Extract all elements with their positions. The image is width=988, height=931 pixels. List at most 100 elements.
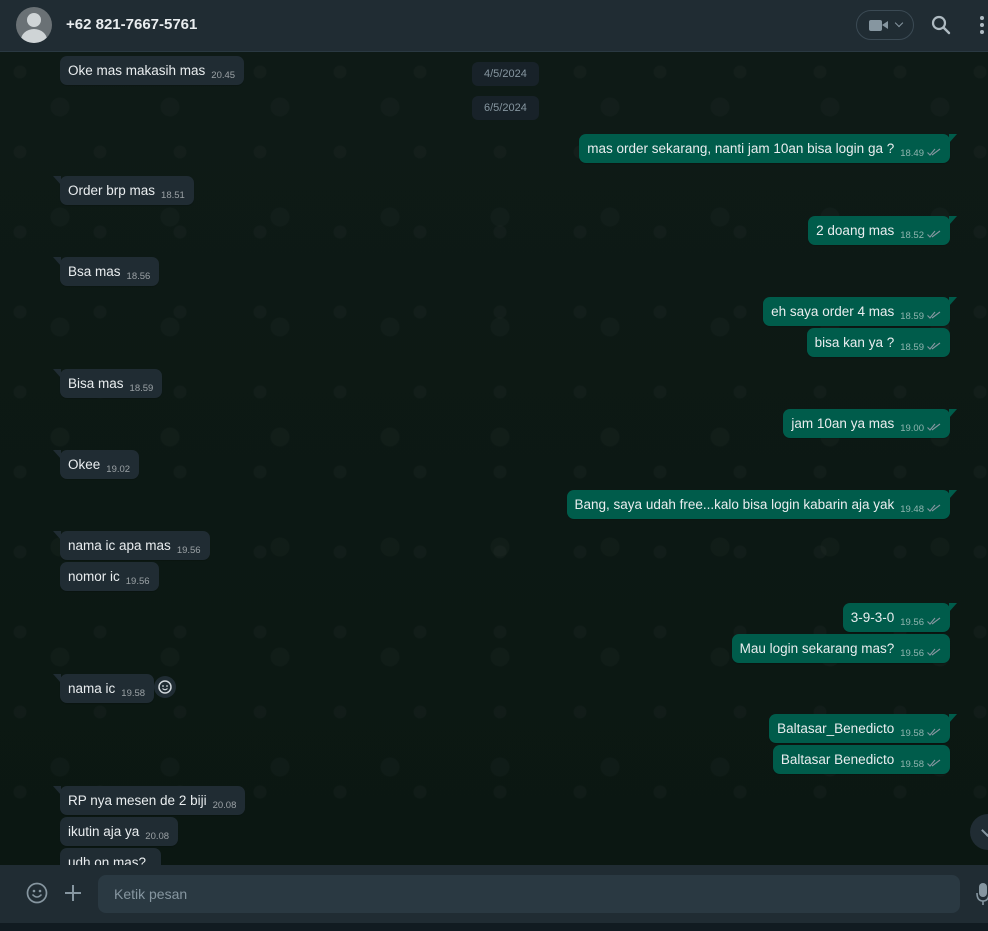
- message-time: 18.52: [900, 230, 924, 241]
- message-outgoing[interactable]: bisa kan ya ? 18.59: [806, 328, 950, 357]
- message-incoming[interactable]: udh on mas?: [60, 848, 162, 865]
- message-time: 18.49: [900, 148, 924, 159]
- read-ticks-icon: [927, 648, 941, 656]
- message-outgoing[interactable]: Baltasar_Benedicto 19.58: [769, 714, 957, 743]
- video-camera-lens-icon: [882, 21, 888, 29]
- message-time: 20.45: [211, 70, 236, 81]
- scroll-down-button[interactable]: [970, 814, 988, 850]
- react-button[interactable]: [154, 676, 176, 698]
- message-time: 19.56: [900, 617, 924, 628]
- message-outgoing[interactable]: 3-9-3-0 19.56: [842, 603, 958, 632]
- microphone-icon: [976, 883, 988, 905]
- message-text: Mau login sekarang mas?: [739, 640, 895, 656]
- message-incoming[interactable]: Order brp mas 18.51: [53, 176, 194, 205]
- message-time: 18.51: [161, 190, 185, 201]
- message-text: 2 doang mas: [816, 222, 895, 238]
- search-button[interactable]: [930, 14, 952, 36]
- message-outgoing[interactable]: 2 doang mas 18.52: [808, 216, 957, 245]
- message-text: udh on mas?: [68, 854, 147, 865]
- message-text: Bisa mas: [68, 375, 124, 391]
- window-bottom-edge: [0, 923, 988, 931]
- message-outgoing[interactable]: Mau login sekarang mas? 19.56: [731, 634, 950, 663]
- contact-name[interactable]: +62 821-7667-5761: [66, 16, 197, 33]
- message-incoming[interactable]: Oke mas makasih mas 20.45: [60, 56, 245, 85]
- message-incoming[interactable]: nama ic apa mas 19.56: [53, 531, 210, 560]
- message-incoming[interactable]: Okee 19.02: [52, 450, 140, 479]
- menu-dot-icon: [980, 16, 984, 20]
- attach-button[interactable]: [62, 882, 84, 904]
- message-outgoing[interactable]: eh saya order 4 mas 18.59: [763, 297, 957, 326]
- date-divider: 4/5/2024: [472, 62, 539, 86]
- message-list[interactable]: Oke mas makasih mas 20.45 4/5/2024 6/5/20…: [0, 52, 988, 865]
- message-text: nama ic: [68, 680, 116, 696]
- message-text: nama ic apa mas: [68, 537, 171, 553]
- search-icon: [931, 15, 951, 35]
- message-text: Baltasar Benedicto: [780, 751, 895, 767]
- message-time: 18.59: [900, 342, 924, 353]
- message-time: 19.02: [106, 464, 131, 475]
- message-outgoing[interactable]: Bang, saya udah free...kalo bisa login k…: [566, 490, 958, 519]
- message-incoming[interactable]: Bisa mas 18.59: [52, 369, 163, 398]
- video-camera-icon: [869, 20, 882, 31]
- message-time: 20.08: [145, 831, 170, 842]
- read-ticks-icon: [927, 311, 941, 319]
- message-time: 18.56: [126, 271, 151, 282]
- plus-icon: [65, 885, 81, 901]
- message-text: Oke mas makasih mas: [68, 62, 206, 78]
- video-call-button[interactable]: [856, 10, 914, 40]
- message-text: nomor ic: [68, 568, 120, 584]
- message-time: 19.58: [900, 728, 924, 739]
- avatar-head: [27, 13, 41, 27]
- message-time: 19.56: [900, 648, 924, 659]
- message-input[interactable]: [98, 875, 960, 913]
- message-text: RP nya mesen de 2 biji: [68, 792, 207, 808]
- message-time: 18.59: [900, 311, 924, 322]
- message-outgoing[interactable]: mas order sekarang, nanti jam 10an bisa …: [579, 134, 957, 163]
- message-time: 19.58: [121, 688, 146, 699]
- read-ticks-icon: [927, 342, 941, 350]
- read-ticks-icon: [927, 230, 941, 238]
- message-text: Bang, saya udah free...kalo bisa login k…: [574, 496, 895, 512]
- message-text: Order brp mas: [68, 182, 156, 198]
- menu-button[interactable]: [980, 16, 988, 36]
- read-ticks-icon: [927, 148, 941, 156]
- message-text: ikutin aja ya: [68, 823, 140, 839]
- voice-message-button[interactable]: [976, 882, 988, 906]
- message-time: 18.59: [129, 383, 154, 394]
- read-ticks-icon: [927, 423, 941, 431]
- read-ticks-icon: [927, 728, 941, 736]
- contact-avatar[interactable]: [16, 7, 52, 43]
- message-incoming[interactable]: nomor ic 19.56: [60, 562, 159, 591]
- menu-dot-icon: [980, 23, 984, 27]
- message-incoming[interactable]: ikutin aja ya 20.08: [60, 817, 179, 846]
- emoji-button[interactable]: [25, 881, 49, 905]
- message-text: jam 10an ya mas: [791, 415, 895, 431]
- chevron-down-icon: [981, 824, 988, 837]
- message-text: mas order sekarang, nanti jam 10an bisa …: [587, 140, 895, 156]
- message-time: 19.58: [900, 759, 924, 770]
- message-text: Bsa mas: [68, 263, 121, 279]
- message-time: 19.56: [125, 576, 150, 587]
- message-time: 20.08: [212, 800, 237, 811]
- message-time: 19.56: [176, 545, 201, 556]
- message-outgoing[interactable]: Baltasar Benedicto 19.58: [772, 745, 950, 774]
- message-text: 3-9-3-0: [850, 609, 895, 625]
- read-ticks-icon: [927, 617, 941, 625]
- message-text: Baltasar_Benedicto: [777, 720, 895, 736]
- smiley-icon: [158, 680, 172, 694]
- read-ticks-icon: [927, 504, 941, 512]
- composer-bar: [0, 865, 988, 923]
- message-incoming[interactable]: RP nya mesen de 2 biji 20.08: [52, 786, 246, 815]
- message-text: eh saya order 4 mas: [771, 303, 895, 319]
- avatar-body: [21, 29, 47, 43]
- message-incoming[interactable]: nama ic 19.58: [52, 674, 155, 703]
- emoji-icon: [26, 882, 48, 904]
- message-outgoing[interactable]: jam 10an ya mas 19.00: [783, 409, 957, 438]
- message-text: bisa kan ya ?: [814, 334, 895, 350]
- menu-dot-icon: [980, 30, 984, 34]
- message-incoming[interactable]: Bsa mas 18.56: [52, 257, 160, 286]
- chevron-down-icon: [894, 18, 904, 28]
- message-time: 19.00: [900, 423, 924, 434]
- chat-header: +62 821-7667-5761: [0, 0, 988, 52]
- message-text: Okee: [68, 456, 101, 472]
